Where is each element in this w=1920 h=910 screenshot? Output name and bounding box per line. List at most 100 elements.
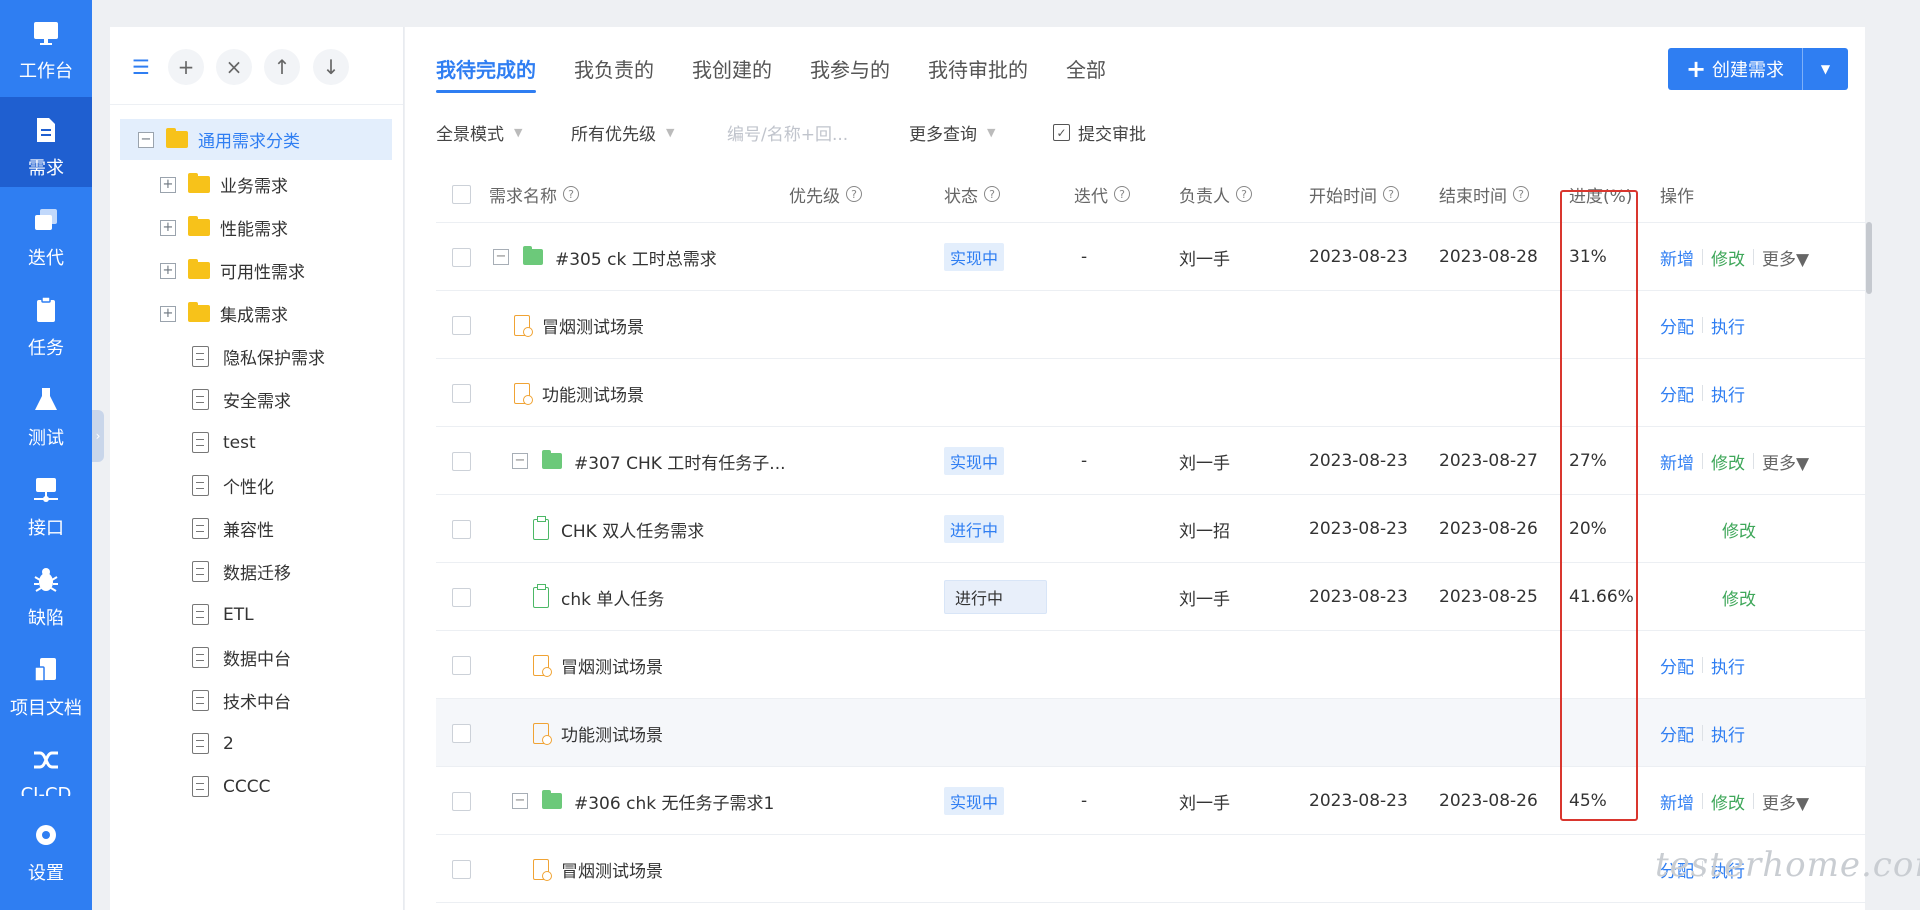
requirement-name-cell[interactable]: − #307 CHK 工时有任务子... <box>512 427 786 495</box>
test-scene-cell[interactable]: 冒烟测试场景 <box>533 631 663 699</box>
nav-item-tasks[interactable]: 任务 <box>0 277 92 367</box>
tree-item-doc[interactable]: ETL <box>120 594 392 635</box>
row-checkbox[interactable] <box>452 427 471 495</box>
status-select[interactable]: 进行中 <box>944 580 1047 614</box>
list-view-icon[interactable]: ☰ <box>123 49 159 85</box>
create-requirement-button[interactable]: + 创建需求 <box>1668 48 1803 90</box>
tree-item-doc[interactable]: 兼容性 <box>120 508 392 549</box>
delete-category-button[interactable]: × <box>216 49 252 85</box>
priority-select[interactable]: 所有优先级 ▼ <box>571 120 674 145</box>
more-query-select[interactable]: 更多查询 ▼ <box>909 120 995 145</box>
edit-link[interactable]: 修改 <box>1711 449 1745 474</box>
assign-link[interactable]: 分配 <box>1660 721 1694 746</box>
execute-link[interactable]: 执行 <box>1711 381 1745 406</box>
expand-toggle[interactable]: + <box>160 262 176 279</box>
help-icon[interactable]: ? <box>846 186 862 202</box>
help-icon[interactable]: ? <box>563 186 579 202</box>
add-link[interactable]: 新增 <box>1660 789 1694 814</box>
row-checkbox[interactable] <box>452 767 471 835</box>
edit-link[interactable]: 修改 <box>1711 245 1745 270</box>
edit-link[interactable]: 修改 <box>1722 517 1756 542</box>
select-all-checkbox[interactable] <box>452 165 471 223</box>
expand-toggle[interactable]: + <box>160 219 176 236</box>
add-category-button[interactable]: + <box>168 49 204 85</box>
row-checkbox[interactable] <box>452 835 471 903</box>
assign-link[interactable]: 分配 <box>1660 313 1694 338</box>
table-scrollbar[interactable] <box>1866 222 1872 294</box>
submit-approval-checkbox[interactable]: ✓ 提交审批 <box>1053 120 1146 145</box>
more-dropdown[interactable]: 更多▼ <box>1762 449 1809 474</box>
create-dropdown-toggle[interactable]: ▼ <box>1803 48 1848 90</box>
execute-link[interactable]: 执行 <box>1711 313 1745 338</box>
tree-root-general[interactable]: − 通用需求分类 <box>120 119 392 160</box>
more-dropdown[interactable]: 更多▼ <box>1762 245 1809 270</box>
task-name-cell[interactable]: CHK 双人任务需求 <box>533 495 704 563</box>
nav-item-defects[interactable]: 缺陷 <box>0 547 92 637</box>
nav-item-api[interactable]: 接口 <box>0 457 92 547</box>
add-link[interactable]: 新增 <box>1660 245 1694 270</box>
tree-item-performance[interactable]: + 性能需求 <box>120 207 392 248</box>
add-link[interactable]: 新增 <box>1660 449 1694 474</box>
task-name-cell[interactable]: chk 单人任务 <box>533 563 664 631</box>
tree-item-doc[interactable]: 个性化 <box>120 465 392 506</box>
nav-item-workbench[interactable]: 工作台 <box>0 0 92 90</box>
tree-item-doc[interactable]: CCCC <box>120 766 392 807</box>
row-checkbox[interactable] <box>452 223 471 291</box>
view-mode-select[interactable]: 全景模式 ▼ <box>436 120 522 145</box>
tab-my-approval[interactable]: 我待审批的 <box>928 54 1028 93</box>
nav-item-settings[interactable]: 设置 <box>0 802 92 892</box>
tree-item-doc[interactable]: 2 <box>120 723 392 764</box>
nav-item-iterations[interactable]: 迭代 <box>0 187 92 277</box>
search-input[interactable]: 编号/名称+回... <box>727 120 848 145</box>
tab-my-participated[interactable]: 我参与的 <box>810 54 890 93</box>
tab-all[interactable]: 全部 <box>1066 54 1106 93</box>
test-scene-cell[interactable]: 冒烟测试场景 <box>533 835 663 903</box>
help-icon[interactable]: ? <box>984 186 1000 202</box>
tree-item-usability[interactable]: + 可用性需求 <box>120 250 392 291</box>
edit-link[interactable]: 修改 <box>1711 789 1745 814</box>
tree-item-doc[interactable]: 数据迁移 <box>120 551 392 592</box>
help-icon[interactable]: ? <box>1236 186 1252 202</box>
move-down-button[interactable]: ↓ <box>313 49 349 85</box>
row-checkbox[interactable] <box>452 563 471 631</box>
assign-link[interactable]: 分配 <box>1660 381 1694 406</box>
tree-item-doc[interactable]: 数据中台 <box>120 637 392 678</box>
nav-collapse-toggle[interactable]: › <box>92 410 104 462</box>
help-icon[interactable]: ? <box>1513 186 1529 202</box>
test-scene-cell[interactable]: 功能测试场景 <box>533 699 663 767</box>
help-icon[interactable]: ? <box>1114 186 1130 202</box>
collapse-toggle[interactable]: − <box>512 453 528 469</box>
row-checkbox[interactable] <box>452 291 471 359</box>
expand-toggle[interactable]: + <box>160 305 176 322</box>
collapse-toggle[interactable]: − <box>493 249 509 265</box>
tree-item-doc[interactable]: 安全需求 <box>120 379 392 420</box>
tree-item-business[interactable]: + 业务需求 <box>120 164 392 205</box>
collapse-toggle[interactable]: − <box>512 793 528 809</box>
row-checkbox[interactable] <box>452 495 471 563</box>
expand-toggle[interactable]: + <box>160 176 176 193</box>
tab-my-responsible[interactable]: 我负责的 <box>574 54 654 93</box>
tree-item-doc[interactable]: 隐私保护需求 <box>120 336 392 377</box>
requirement-name-cell[interactable]: − #306 chk 无任务子需求1 <box>512 767 774 835</box>
move-up-button[interactable]: ↑ <box>264 49 300 85</box>
test-scene-cell[interactable]: 冒烟测试场景 <box>514 291 644 359</box>
more-dropdown[interactable]: 更多▼ <box>1762 789 1809 814</box>
row-checkbox[interactable] <box>452 359 471 427</box>
help-icon[interactable]: ? <box>1383 186 1399 202</box>
tree-item-integration[interactable]: + 集成需求 <box>120 293 392 334</box>
tab-my-todo[interactable]: 我待完成的 <box>436 54 536 93</box>
requirement-name-cell[interactable]: − #305 ck 工时总需求 <box>493 223 717 291</box>
nav-item-testing[interactable]: 测试 <box>0 367 92 457</box>
edit-link[interactable]: 修改 <box>1722 585 1756 610</box>
tree-item-doc[interactable]: 技术中台 <box>120 680 392 721</box>
tree-item-doc[interactable]: test <box>120 422 392 463</box>
row-checkbox[interactable] <box>452 631 471 699</box>
row-checkbox[interactable] <box>452 699 471 767</box>
test-scene-cell[interactable]: 功能测试场景 <box>514 359 644 427</box>
collapse-toggle[interactable]: − <box>138 131 154 148</box>
execute-link[interactable]: 执行 <box>1711 653 1745 678</box>
tab-my-created[interactable]: 我创建的 <box>692 54 772 93</box>
nav-item-requirements[interactable]: 需求 <box>0 97 92 187</box>
assign-link[interactable]: 分配 <box>1660 653 1694 678</box>
execute-link[interactable]: 执行 <box>1711 721 1745 746</box>
